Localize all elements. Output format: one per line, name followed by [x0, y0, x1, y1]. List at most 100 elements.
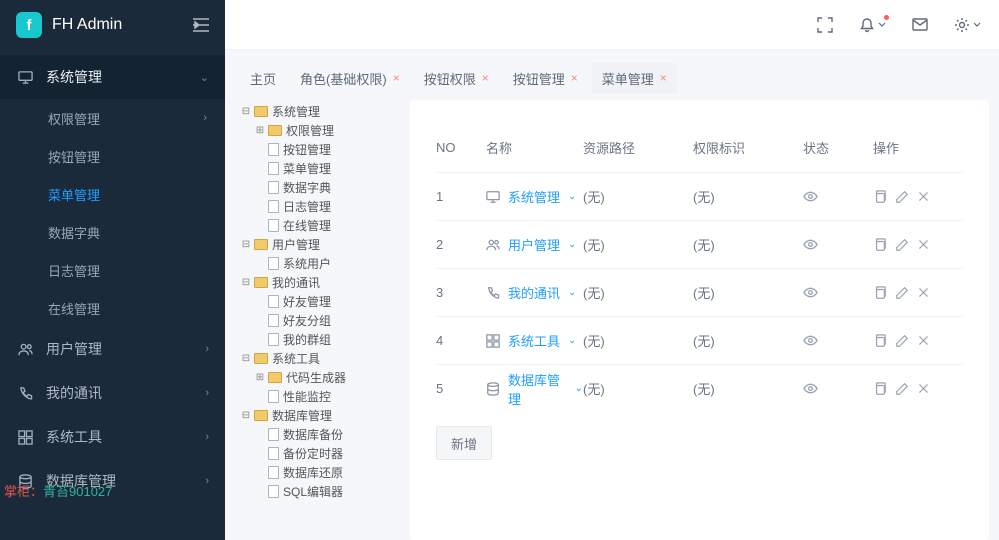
tab[interactable]: 按钮权限× [414, 63, 499, 94]
cell-status[interactable] [803, 381, 873, 396]
file-icon [268, 466, 279, 479]
tree-node[interactable]: ·按钮管理 [254, 140, 390, 159]
close-icon[interactable] [917, 334, 930, 348]
cell-status[interactable] [803, 189, 873, 204]
sidebar-subitem[interactable]: 在线管理 [0, 289, 225, 327]
tree-node[interactable]: ⊞权限管理 [254, 121, 390, 140]
content-area: ⊟系统管理⊞权限管理·按钮管理·菜单管理·数据字典·日志管理·在线管理⊟用户管理… [240, 100, 989, 540]
close-icon[interactable]: × [660, 71, 667, 85]
tab[interactable]: 按钮管理× [503, 63, 588, 94]
monitor-icon [16, 70, 34, 85]
settings-icon[interactable] [954, 17, 981, 33]
tree-node[interactable]: ·数据库还原 [254, 463, 390, 482]
tree-label: 备份定时器 [283, 445, 343, 462]
tree-node[interactable]: ·好友管理 [254, 292, 390, 311]
footer-code: 青苔901027 [43, 484, 112, 499]
tree-node[interactable]: ·菜单管理 [254, 159, 390, 178]
sidebar-subitem[interactable]: 日志管理 [0, 251, 225, 289]
sidebar-subitem[interactable]: 权限管理› [0, 99, 225, 137]
table-header: NO 名称 资源路径 权限标识 状态 操作 [436, 122, 963, 172]
tree-node[interactable]: ·在线管理 [254, 216, 390, 235]
sidebar-item-label: 我的通讯 [46, 383, 102, 403]
close-icon[interactable] [917, 238, 930, 252]
close-icon[interactable]: × [571, 71, 578, 85]
tab[interactable]: 角色(基础权限)× [290, 63, 410, 94]
tree-collapse-icon[interactable]: ⊟ [240, 239, 252, 250]
close-icon[interactable] [917, 286, 930, 300]
sidebar-subitem-label: 日志管理 [48, 261, 100, 280]
edit-icon[interactable] [895, 238, 909, 252]
cell-status[interactable] [803, 285, 873, 300]
edit-icon[interactable] [895, 286, 909, 300]
tree-node[interactable]: ·数据库备份 [254, 425, 390, 444]
tree-label: 菜单管理 [283, 160, 331, 177]
folder-icon [268, 125, 282, 136]
tree-node[interactable]: ⊟系统管理 [240, 102, 390, 121]
cell-name[interactable]: 系统工具 ⌄ [486, 331, 583, 350]
sidebar-subitem[interactable]: 数据字典 [0, 213, 225, 251]
tree-node[interactable]: ·备份定时器 [254, 444, 390, 463]
tree-node[interactable]: ·日志管理 [254, 197, 390, 216]
tree-node[interactable]: ⊟数据库管理 [240, 406, 390, 425]
tree-collapse-icon[interactable]: ⊟ [240, 106, 252, 117]
sidebar-item[interactable]: 用户管理› [0, 327, 225, 371]
cell-status[interactable] [803, 237, 873, 252]
sidebar-item-label: 系统工具 [46, 427, 102, 447]
fullscreen-icon[interactable] [817, 17, 833, 33]
close-icon[interactable]: × [393, 71, 400, 85]
cell-name[interactable]: 用户管理 ⌄ [486, 235, 583, 254]
sidebar-item[interactable]: 我的通讯› [0, 371, 225, 415]
copy-icon[interactable] [873, 334, 887, 348]
tree-collapse-icon[interactable]: ⊟ [240, 277, 252, 288]
close-icon[interactable] [917, 382, 930, 396]
table-row: 5 数据库管理 ⌄ (无) (无) [436, 364, 963, 412]
chevron-down-icon: ⌄ [568, 335, 576, 346]
tree-node[interactable]: ·数据字典 [254, 178, 390, 197]
cell-perm: (无) [693, 283, 803, 302]
tree-node[interactable]: ·SQL编辑器 [254, 482, 390, 501]
tab[interactable]: 主页 [240, 63, 286, 94]
tree-node[interactable]: ⊞代码生成器 [254, 368, 390, 387]
tree-node[interactable]: ⊟用户管理 [240, 235, 390, 254]
tree-node[interactable]: ⊟我的通讯 [240, 273, 390, 292]
sidebar-subitem[interactable]: 按钮管理 [0, 137, 225, 175]
database-icon [486, 382, 500, 396]
tree-label: 系统用户 [283, 255, 331, 272]
edit-icon[interactable] [895, 190, 909, 204]
tab[interactable]: 菜单管理× [592, 63, 677, 94]
users-icon [16, 342, 34, 357]
edit-icon[interactable] [895, 382, 909, 396]
sidebar-collapse-icon[interactable] [193, 18, 209, 32]
copy-icon[interactable] [873, 382, 887, 396]
bell-icon[interactable] [859, 17, 886, 33]
cell-status[interactable] [803, 333, 873, 348]
tree-expand-icon[interactable]: ⊞ [254, 125, 266, 136]
tree-node[interactable]: ·系统用户 [254, 254, 390, 273]
tree-label: 好友分组 [283, 312, 331, 329]
mail-icon[interactable] [912, 18, 928, 31]
tree-expand-icon[interactable]: ⊞ [254, 372, 266, 383]
copy-icon[interactable] [873, 238, 887, 252]
sidebar-item[interactable]: 系统管理⌄ [0, 55, 225, 99]
th-no: NO [436, 140, 486, 155]
file-icon [268, 314, 279, 327]
cell-name[interactable]: 我的通讯 ⌄ [486, 283, 583, 302]
edit-icon[interactable] [895, 334, 909, 348]
close-icon[interactable] [917, 190, 930, 204]
sidebar-subitem-label: 菜单管理 [48, 185, 100, 204]
copy-icon[interactable] [873, 286, 887, 300]
tree-node[interactable]: ·我的群组 [254, 330, 390, 349]
cell-name[interactable]: 数据库管理 ⌄ [486, 370, 583, 408]
add-button[interactable]: 新增 [436, 426, 492, 460]
sidebar-item-label: 用户管理 [46, 339, 102, 359]
tree-collapse-icon[interactable]: ⊟ [240, 353, 252, 364]
close-icon[interactable]: × [482, 71, 489, 85]
tree-node[interactable]: ⊟系统工具 [240, 349, 390, 368]
cell-name[interactable]: 系统管理 ⌄ [486, 187, 583, 206]
sidebar-item[interactable]: 系统工具› [0, 415, 225, 459]
tree-node[interactable]: ·性能监控 [254, 387, 390, 406]
sidebar-subitem[interactable]: 菜单管理 [0, 175, 225, 213]
tree-node[interactable]: ·好友分组 [254, 311, 390, 330]
tree-collapse-icon[interactable]: ⊟ [240, 410, 252, 421]
copy-icon[interactable] [873, 190, 887, 204]
